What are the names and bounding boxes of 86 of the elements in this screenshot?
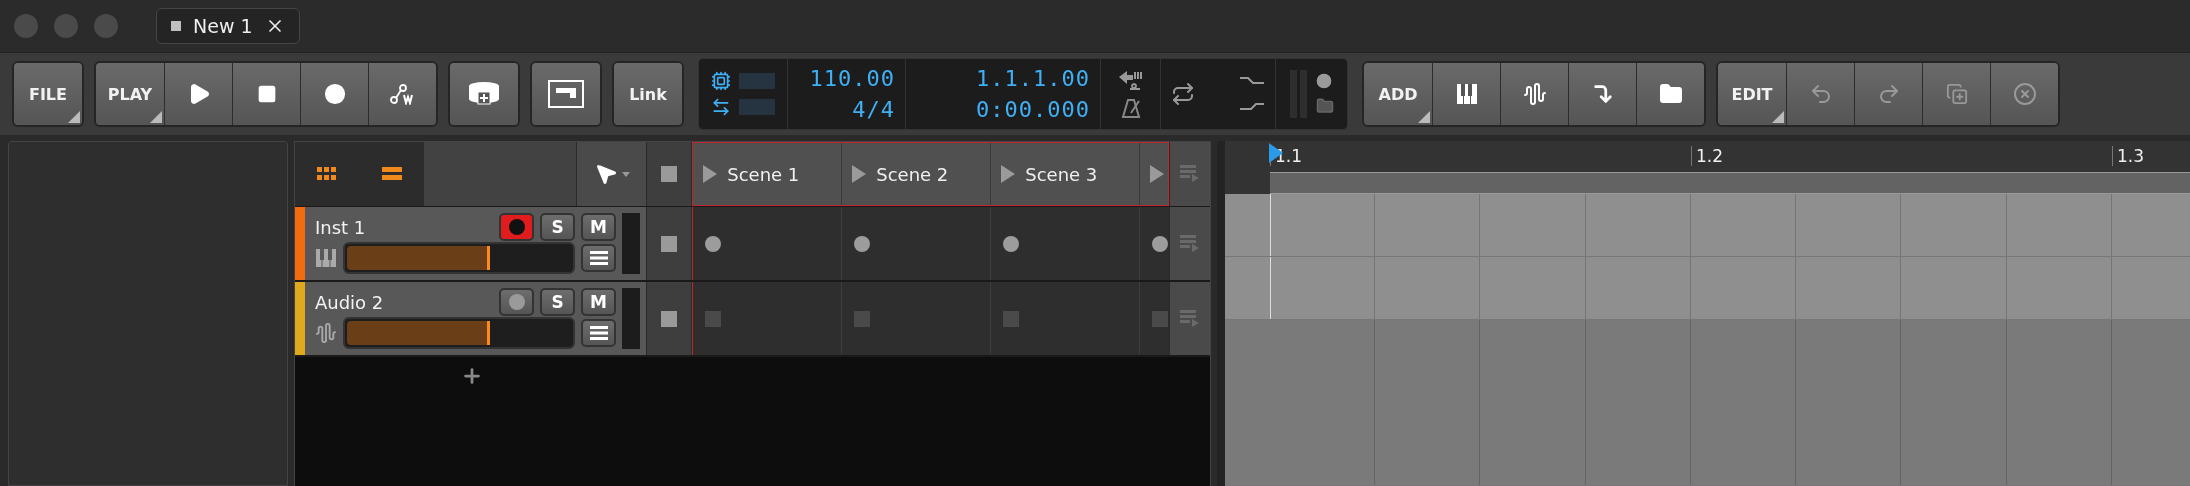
window-control: [14, 14, 38, 38]
pattern-icon: [548, 80, 584, 108]
grid-view-icon[interactable]: [317, 167, 338, 181]
list-view-icon[interactable]: [382, 167, 403, 181]
window-control: [54, 14, 78, 38]
track-name: Audio 2: [314, 291, 385, 313]
track-menu-button[interactable]: [581, 319, 617, 347]
tempo-display[interactable]: 110.00: [809, 66, 895, 91]
menu-icon: [589, 251, 608, 265]
track-list-icon: [1180, 234, 1201, 253]
pre-roll-icon[interactable]: [1117, 70, 1144, 92]
add-menu-button[interactable]: ADD: [1364, 63, 1432, 125]
waveform-icon: [1522, 82, 1547, 106]
scene-button[interactable]: Scene 2: [842, 143, 992, 205]
arm-button[interactable]: [499, 288, 535, 316]
position-display: 1.1.1.00: [976, 66, 1090, 91]
folder-icon[interactable]: [1315, 97, 1334, 115]
scene-button[interactable]: Scene 1: [693, 143, 843, 205]
io-icon: [711, 97, 731, 117]
play-menu-button[interactable]: PLAY: [96, 63, 164, 125]
time-signature-display[interactable]: 4/4: [852, 97, 895, 122]
track-name: Inst 1: [314, 216, 367, 238]
folder-icon: [1658, 82, 1683, 106]
mute-button[interactable]: M: [581, 213, 617, 241]
solo-button[interactable]: S: [540, 213, 576, 241]
play-button[interactable]: [164, 63, 232, 125]
slot-dot-icon: [704, 235, 721, 252]
stop-button[interactable]: [232, 63, 300, 125]
play-icon: [1001, 165, 1016, 183]
automation-icon: [389, 83, 416, 105]
automation-button[interactable]: [368, 63, 436, 125]
menu-icon: [589, 326, 608, 340]
scene-button[interactable]: Scene 3: [991, 143, 1141, 205]
duplicate-button[interactable]: [1922, 63, 1990, 125]
track-menu-button[interactable]: [581, 244, 617, 272]
arrow-down-icon: [1591, 83, 1614, 105]
link-button[interactable]: Link: [614, 63, 682, 125]
corner-triangle-icon: [68, 111, 80, 123]
loop-icon[interactable]: [1171, 82, 1195, 106]
duplicate-icon: [1945, 83, 1968, 105]
scene-list-icon: [1180, 165, 1201, 183]
document-tab[interactable]: New 1: [156, 8, 300, 44]
stop-icon: [256, 84, 277, 104]
bar-number: 1.2: [1691, 145, 2112, 166]
edit-menu-button[interactable]: EDIT: [1718, 63, 1786, 125]
slot-dot-icon: [1151, 235, 1168, 252]
stop-all-button[interactable]: [661, 166, 678, 182]
delete-icon: [2012, 82, 2037, 106]
caret-icon: [621, 171, 630, 177]
track-list-icon: [1180, 309, 1201, 328]
time-display: 0:00.000: [976, 97, 1090, 122]
slot-square-icon: [704, 310, 721, 327]
bar-number: 1.3: [2112, 145, 2190, 166]
arm-button[interactable]: [499, 213, 535, 241]
record-icon: [323, 83, 346, 105]
cpu-meter: [739, 73, 775, 89]
window-control: [94, 14, 118, 38]
mute-button[interactable]: M: [581, 288, 617, 316]
track-stop-button[interactable]: [660, 310, 677, 327]
tab-square-icon: [171, 21, 181, 31]
slot-square-icon: [853, 310, 870, 327]
slot-dot-icon: [1002, 235, 1019, 252]
solo-button[interactable]: S: [540, 288, 576, 316]
loop-region[interactable]: [1270, 171, 2190, 194]
clip-add-icon: [467, 80, 501, 108]
browser-button[interactable]: [1636, 63, 1704, 125]
io-meter: [739, 99, 775, 115]
track-meter: [622, 288, 641, 349]
slot-square-icon: [1002, 310, 1019, 327]
play-icon: [852, 165, 867, 183]
add-clip-button[interactable]: [450, 63, 518, 125]
grid-view-button[interactable]: [532, 63, 600, 125]
record-button[interactable]: [300, 63, 368, 125]
track-stop-button[interactable]: [660, 235, 677, 252]
piano-icon: [314, 248, 337, 268]
track-meter: [622, 213, 641, 274]
play-icon: [703, 165, 718, 183]
slot-dot-icon: [853, 235, 870, 252]
metronome-icon[interactable]: [1120, 98, 1141, 118]
waveform-icon: [314, 322, 337, 344]
record-icon: [1315, 73, 1332, 89]
cpu-icon: [711, 71, 731, 91]
file-menu-button[interactable]: FILE: [14, 63, 82, 125]
delete-button[interactable]: [1990, 63, 2058, 125]
pointer-tool[interactable]: [575, 142, 647, 206]
piano-icon: [1455, 83, 1478, 105]
